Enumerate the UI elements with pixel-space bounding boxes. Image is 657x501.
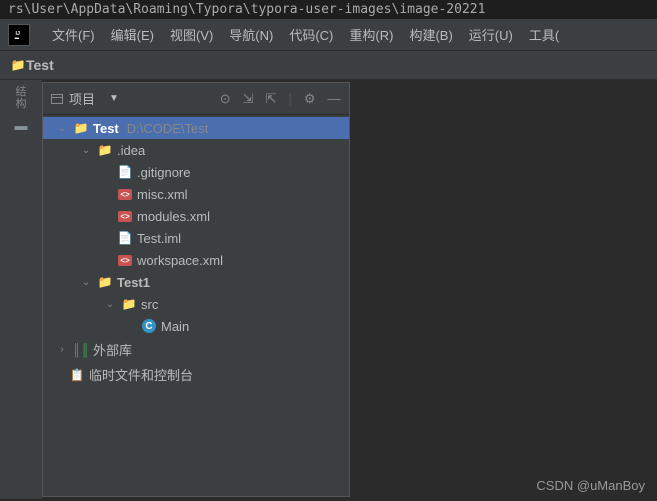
xml-icon: <> (117, 208, 133, 224)
hide-icon[interactable]: — (328, 91, 341, 107)
collapse-all-icon[interactable]: ⇱ (266, 91, 277, 107)
folder-icon: 📁 (10, 57, 26, 73)
root-name: Test (93, 121, 119, 136)
menu-bar: IJ 文件(F) 编辑(E) 视图(V) 导航(N) 代码(C) 重构(R) 构… (0, 19, 657, 51)
settings-icon[interactable]: ⚙ (304, 91, 316, 107)
breadcrumb-bar: 📁 Test (0, 51, 657, 80)
expander-icon[interactable]: ⌄ (79, 277, 93, 288)
intellij-icon: IJ (8, 24, 30, 46)
tree-src-folder[interactable]: ⌄ 📁 src (43, 293, 349, 315)
menu-code[interactable]: 代码(C) (283, 23, 339, 46)
tree-modules-xml[interactable]: <> modules.xml (43, 205, 349, 227)
panel-title: 项目 (69, 89, 95, 108)
tree-workspace-xml[interactable]: <> workspace.xml (43, 249, 349, 271)
project-panel: 项目 ▼ ⊙ ⇲ ⇱ | ⚙ — ⌄ 📁 Test D:\CODE\Test (42, 82, 350, 497)
folder-icon: 📁 (97, 142, 113, 158)
image-path-bar: rs\User\AppData\Roaming\Typora\typora-us… (0, 0, 657, 19)
tree-test1-module[interactable]: ⌄ 📁 Test1 (43, 271, 349, 293)
select-opened-icon[interactable]: ⊙ (220, 91, 231, 107)
menu-file[interactable]: 文件(F) (46, 23, 101, 46)
tree-idea-folder[interactable]: ⌄ 📁 .idea (43, 139, 349, 161)
menu-navigate[interactable]: 导航(N) (223, 23, 279, 46)
panel-dropdown[interactable]: ▼ (109, 93, 119, 104)
source-folder-icon: 📁 (121, 296, 137, 312)
tree-main-class[interactable]: C Main (43, 315, 349, 337)
left-gutter: 结构 ▬ (0, 80, 42, 499)
file-icon: 📄 (117, 164, 133, 180)
tree-scratches[interactable]: 📋 临时文件和控制台 (43, 362, 349, 387)
menu-refactor[interactable]: 重构(R) (343, 23, 399, 46)
module-icon: 📁 (97, 274, 113, 290)
iml-icon: 📄 (117, 230, 133, 246)
class-icon: C (141, 318, 157, 334)
project-tree: ⌄ 📁 Test D:\CODE\Test ⌄ 📁 .idea 📄 .gitig… (43, 115, 349, 389)
tree-gitignore[interactable]: 📄 .gitignore (43, 161, 349, 183)
project-tool-icon[interactable]: ▬ (15, 118, 28, 133)
scratch-icon: 📋 (69, 367, 85, 383)
xml-icon: <> (117, 252, 133, 268)
svg-text:IJ: IJ (16, 31, 20, 37)
expander-icon[interactable]: ⌄ (55, 123, 69, 134)
project-panel-header: 项目 ▼ ⊙ ⇲ ⇱ | ⚙ — (43, 83, 349, 115)
tree-external-libs[interactable]: › ║║ 外部库 (43, 337, 349, 362)
expander-icon[interactable]: › (55, 344, 69, 355)
menu-run[interactable]: 运行(U) (463, 23, 519, 46)
menu-build[interactable]: 构建(B) (403, 23, 458, 46)
editor-area (352, 80, 657, 499)
menu-edit[interactable]: 编辑(E) (105, 23, 160, 46)
root-path: D:\CODE\Test (127, 121, 209, 136)
expander-icon[interactable]: ⌄ (79, 145, 93, 156)
watermark: CSDN @uManBoy (536, 478, 645, 493)
breadcrumb-project[interactable]: Test (26, 57, 54, 73)
xml-icon: <> (117, 186, 133, 202)
tree-misc-xml[interactable]: <> misc.xml (43, 183, 349, 205)
expander-icon[interactable]: ⌄ (103, 299, 117, 310)
expand-all-icon[interactable]: ⇲ (243, 91, 254, 107)
tree-root[interactable]: ⌄ 📁 Test D:\CODE\Test (43, 117, 349, 139)
folder-icon: 📁 (73, 120, 89, 136)
menu-tools[interactable]: 工具( (523, 23, 565, 46)
library-icon: ║║ (73, 342, 89, 358)
tree-test-iml[interactable]: 📄 Test.iml (43, 227, 349, 249)
menu-view[interactable]: 视图(V) (164, 23, 219, 46)
panel-icon (51, 94, 63, 104)
structure-tool-button[interactable]: 结构 (16, 86, 27, 110)
